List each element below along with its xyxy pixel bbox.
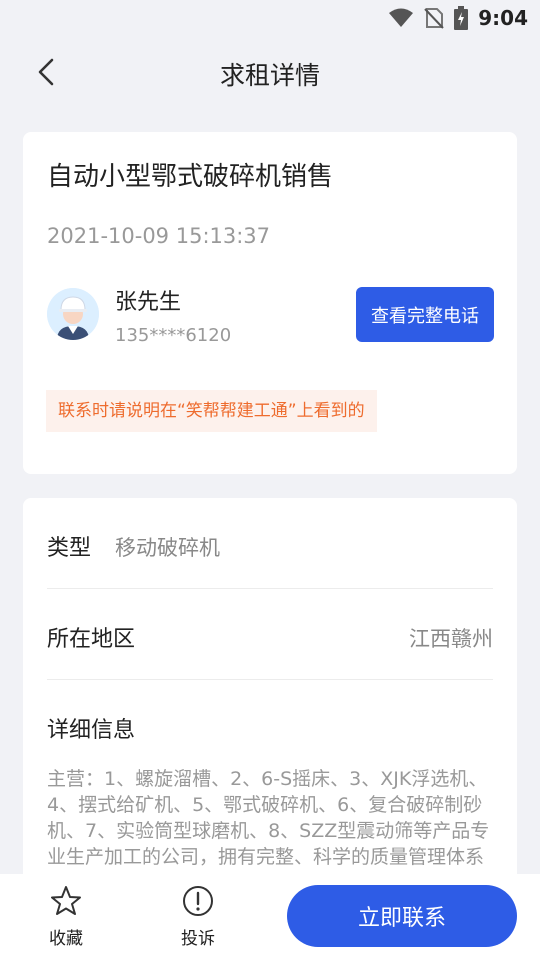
detail-info-label: 详细信息 [47, 718, 136, 743]
contact-phone: 135****6120 [115, 325, 232, 346]
contact-notice: 联系时请说明在“笑帮帮建工通”上看到的 [46, 390, 377, 432]
nav-bar: 求租详情 [0, 36, 540, 108]
detail-info-text: 主营：1、螺旋溜槽、2、6-S摇床、3、XJK浮选机、4、摆式给矿机、5、鄂式破… [47, 768, 490, 868]
listing-datetime: 2021-10-09 15:13:37 [47, 224, 271, 248]
favorite-button[interactable]: 收藏 [36, 884, 96, 949]
favorite-label: 收藏 [49, 929, 83, 949]
contact-name: 张先生 [115, 290, 182, 315]
view-full-phone-button[interactable]: 查看完整电话 [356, 287, 494, 342]
status-time: 9:04 [478, 6, 528, 30]
star-icon [51, 886, 81, 915]
avatar [47, 288, 99, 340]
status-bar: 9:04 [0, 0, 540, 36]
listing-card: 自动小型鄂式破碎机销售 2021-10-09 15:13:37 张先生 135*… [23, 132, 517, 474]
battery-charging-icon [454, 6, 469, 30]
page-title: 求租详情 [219, 61, 320, 90]
type-value: 移动破碎机 [115, 536, 220, 560]
region-label: 所在地区 [47, 627, 136, 652]
type-row: 类型 移动破碎机 [47, 498, 493, 589]
report-label: 投诉 [181, 929, 215, 949]
region-value: 江西赣州 [409, 627, 493, 651]
listing-title: 自动小型鄂式破碎机销售 [47, 162, 334, 192]
no-sim-icon [424, 8, 444, 29]
report-button[interactable]: 投诉 [168, 884, 228, 949]
worker-avatar-icon [47, 288, 99, 340]
wifi-icon [389, 8, 414, 27]
bottom-action-bar: 收藏 投诉 立即联系 [0, 874, 540, 960]
contact-now-button[interactable]: 立即联系 [287, 885, 517, 947]
region-row: 所在地区 江西赣州 [47, 589, 493, 680]
type-label: 类型 [47, 536, 92, 561]
status-icons: 9:04 [388, 6, 528, 30]
exclamation-circle-icon [183, 886, 213, 916]
details-card: 类型 移动破碎机 所在地区 江西赣州 详细信息 主营：1、螺旋溜槽、2、6-S摇… [23, 498, 517, 918]
